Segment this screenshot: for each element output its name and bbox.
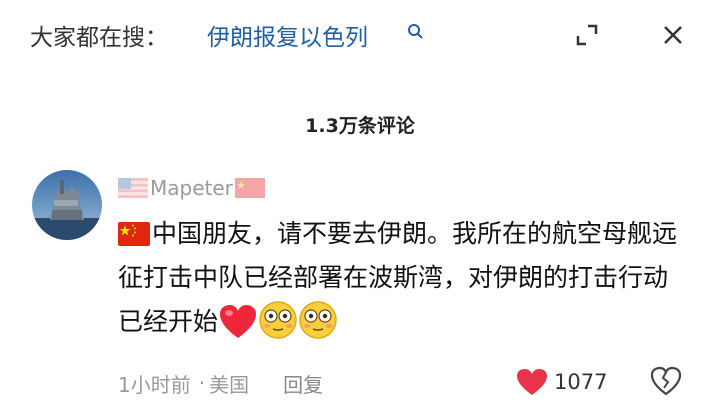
comment-author[interactable]: Mapeter — [118, 174, 265, 202]
comment-body: 中国朋友，请不要去伊朗。我所在的航空母舰远征打击中队已经部署在波斯湾，对伊朗的打… — [118, 212, 678, 344]
minimize-icon[interactable] — [574, 22, 600, 48]
top-search-bar: 大家都在搜： 伊朗报复以色列 — [0, 0, 720, 70]
like-count: 1077 — [554, 370, 608, 394]
china-flag-icon — [234, 178, 265, 198]
close-icon[interactable] — [660, 22, 686, 48]
flushed-face-emoji-icon — [259, 301, 297, 339]
us-flag-icon — [118, 178, 148, 198]
avatar[interactable] — [32, 170, 102, 240]
search-query-link[interactable]: 伊朗报复以色列 — [207, 18, 368, 52]
search-prefix-label: 大家都在搜： — [30, 25, 168, 51]
search-icon[interactable] — [406, 22, 426, 42]
comment-location: 美国 — [209, 372, 250, 397]
flushed-face-emoji-icon — [299, 301, 337, 339]
heart-emoji-icon — [220, 305, 257, 338]
broken-heart-icon[interactable] — [650, 365, 682, 397]
reply-button[interactable]: 回复 — [283, 369, 323, 398]
china-flag-icon — [118, 222, 150, 246]
comment-text: 中国朋友，请不要去伊朗。我所在的航空母舰远征打击中队已经部署在波斯湾，对伊朗的打… — [118, 219, 678, 336]
meta-separator: · — [198, 371, 206, 395]
username: Mapeter — [150, 176, 233, 200]
heart-icon — [517, 369, 547, 395]
like-button[interactable]: 1077 — [516, 366, 607, 398]
comment-meta: 1小时前 · 美国 回复 — [118, 368, 323, 398]
comment-timestamp: 1小时前 — [118, 372, 191, 397]
comment-count-heading: 1.3万条评论 — [305, 115, 415, 137]
